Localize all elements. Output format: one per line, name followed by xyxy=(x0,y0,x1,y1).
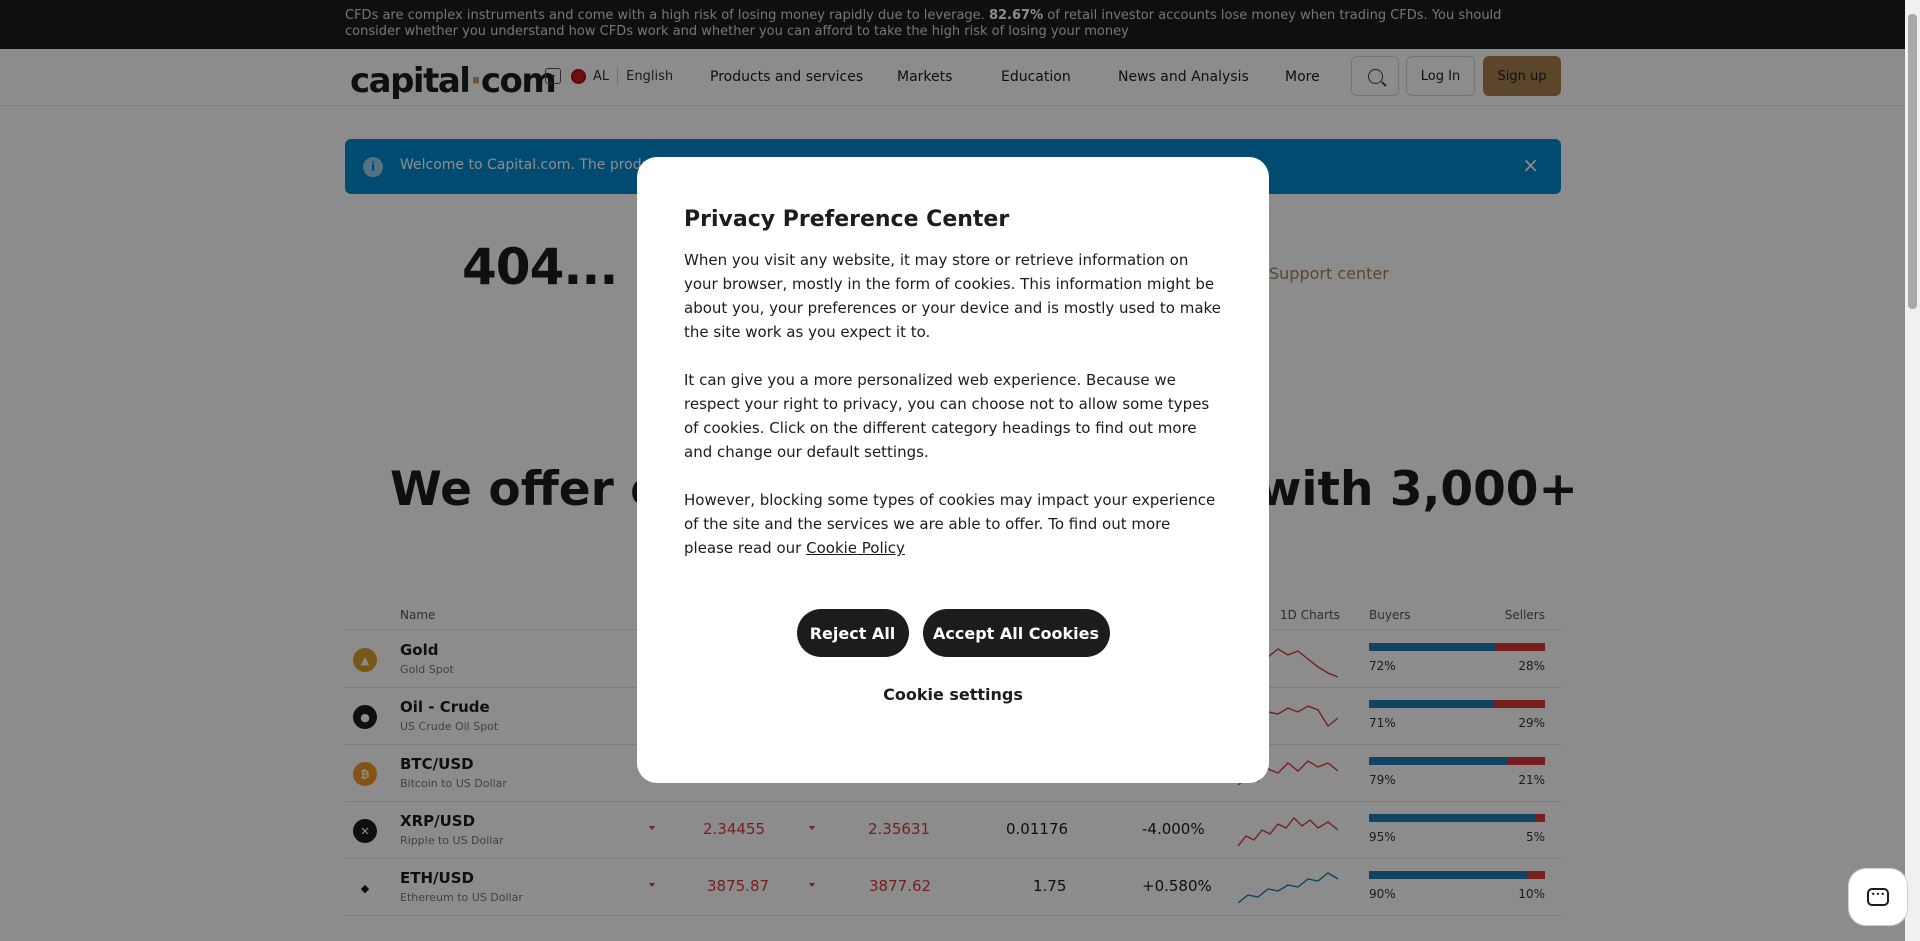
page-scrollbar[interactable] xyxy=(1905,0,1920,941)
chat-icon: ••• xyxy=(1867,888,1889,906)
scrollbar-thumb[interactable] xyxy=(1908,14,1917,309)
cookie-settings-button[interactable]: Cookie settings xyxy=(637,685,1269,704)
dialog-paragraph-2: It can give you a more personalized web … xyxy=(684,371,1210,461)
dialog-actions: Reject All Accept All Cookies xyxy=(637,609,1269,657)
paragraph-3-text: However, blocking some types of cookies … xyxy=(684,491,1216,557)
dialog-paragraph-1: When you visit any website, it may store… xyxy=(684,251,1221,341)
privacy-preference-dialog: Privacy Preference Center When you visit… xyxy=(637,157,1269,783)
cookie-policy-link[interactable]: Cookie Policy xyxy=(806,539,905,557)
dialog-paragraph-3: However, blocking some types of cookies … xyxy=(684,488,1221,560)
chat-button[interactable]: ••• xyxy=(1848,868,1908,926)
accept-all-cookies-button[interactable]: Accept All Cookies xyxy=(922,609,1110,657)
reject-all-button[interactable]: Reject All xyxy=(796,609,909,657)
dialog-title: Privacy Preference Center xyxy=(684,207,1010,232)
